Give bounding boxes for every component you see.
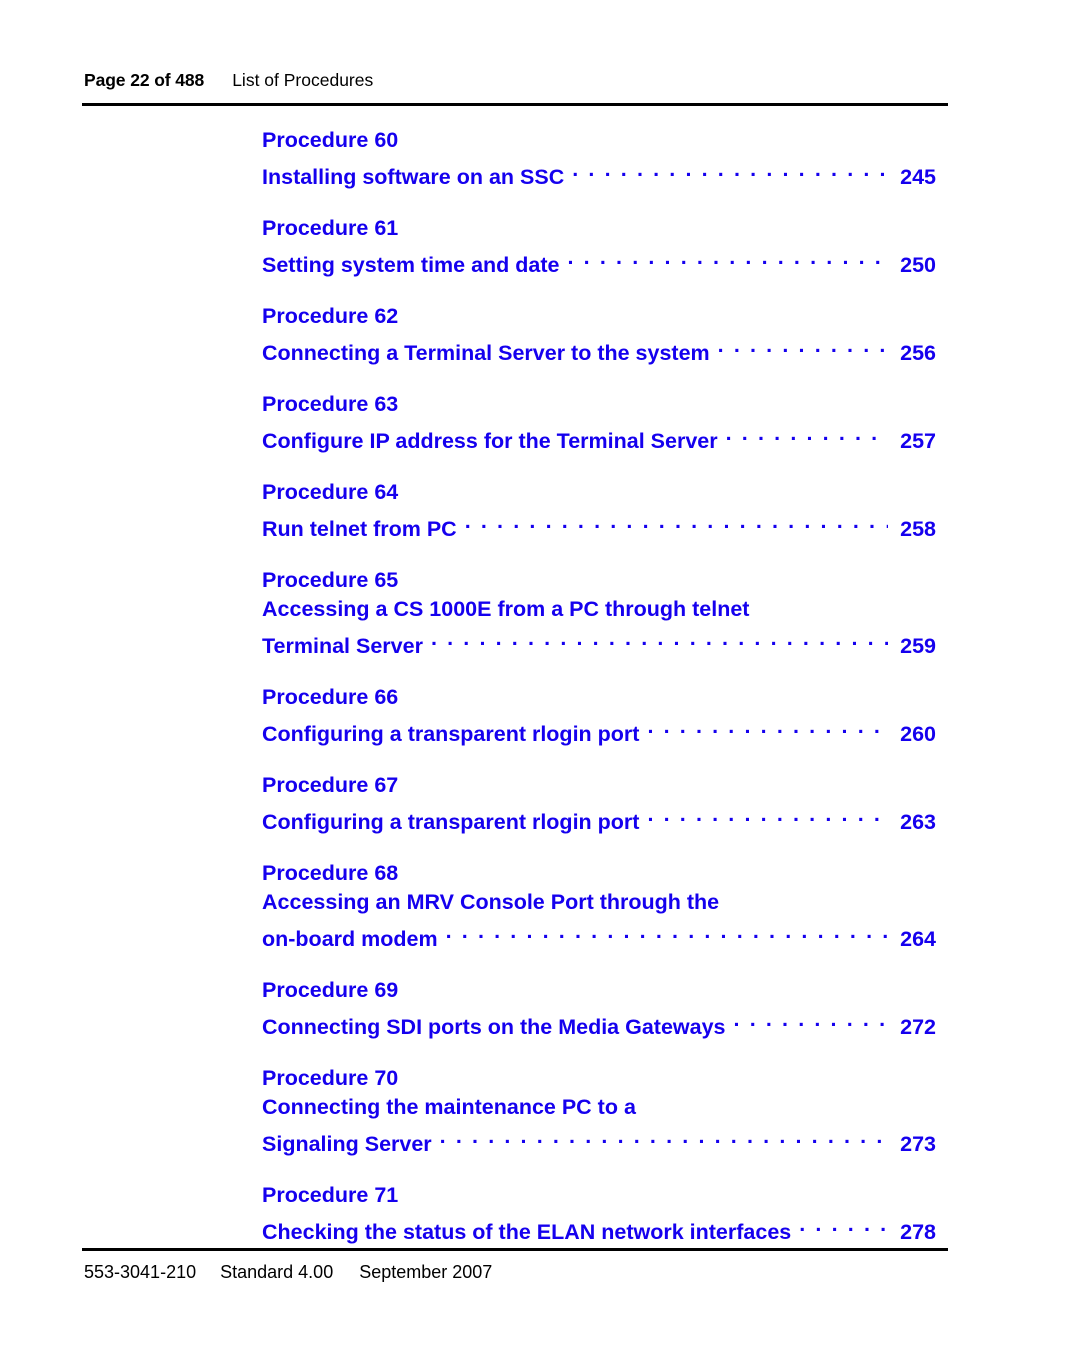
procedure-label: Procedure 60 (262, 128, 399, 152)
dot-leader (718, 331, 888, 360)
toc-entry[interactable]: Procedure 61 Setting system time and date… (262, 214, 936, 280)
procedure-label: Procedure 61 (262, 216, 399, 240)
toc-entry[interactable]: Procedure 65 Accessing a CS 1000E from a … (262, 566, 936, 661)
header-rule (82, 103, 948, 106)
dot-leader (799, 1210, 888, 1239)
toc-entry[interactable]: Procedure 60 Installing software on an SS… (262, 126, 936, 192)
page-number: 250 (900, 253, 936, 277)
procedure-label: Procedure 64 (262, 480, 399, 504)
toc-leader-line: on-board modem 264 (262, 917, 936, 954)
page-header: Page 22 of 488 List of Procedures (84, 70, 948, 91)
page-footer: 553-3041-210 Standard 4.00 September 200… (84, 1262, 492, 1283)
toc-leader-line: Configuring a transparent rlogin port 263 (262, 800, 936, 837)
procedure-title-line: Accessing a CS 1000E from a PC through t… (262, 597, 750, 621)
toc-leader-line: Connecting a Terminal Server to the syst… (262, 331, 936, 368)
toc-leader-line: Run telnet from PC 258 (262, 507, 936, 544)
procedure-title-line: Configuring a transparent rlogin port (262, 722, 640, 746)
toc-entry[interactable]: Procedure 68 Accessing an MRV Console Por… (262, 859, 936, 954)
footer-rule (82, 1248, 948, 1251)
page-reference: Page 22 of 488 (84, 70, 205, 90)
toc-entry[interactable]: Procedure 69 Connecting SDI ports on the … (262, 976, 936, 1042)
dot-leader (465, 507, 888, 536)
toc-entry[interactable]: Procedure 66 Configuring a transparent rl… (262, 683, 936, 749)
page-number: 278 (900, 1220, 936, 1244)
document-page: Page 22 of 488 List of Procedures Proced… (0, 0, 1080, 1360)
procedure-title-line: Configuring a transparent rlogin port (262, 810, 640, 834)
procedure-label: Procedure 67 (262, 773, 399, 797)
dot-leader (734, 1005, 888, 1034)
dot-leader (726, 419, 888, 448)
procedure-title-line: Configure IP address for the Terminal Se… (262, 429, 718, 453)
toc-entry[interactable]: Procedure 62 Connecting a Terminal Server… (262, 302, 936, 368)
procedure-label: Procedure 71 (262, 1183, 399, 1207)
procedure-title-line: Setting system time and date (262, 253, 560, 277)
toc-entry[interactable]: Procedure 64 Run telnet from PC 258 (262, 478, 936, 544)
dot-leader (647, 712, 888, 741)
toc-entry[interactable]: Procedure 63 Configure IP address for the… (262, 390, 936, 456)
page-number: 273 (900, 1132, 936, 1156)
toc-entry[interactable]: Procedure 67 Configuring a transparent rl… (262, 771, 936, 837)
procedure-title-line: Installing software on an SSC (262, 165, 565, 189)
page-number: 245 (900, 165, 936, 189)
dot-leader (568, 243, 889, 272)
procedure-title-line: Run telnet from PC (262, 517, 457, 541)
procedure-title-line: on-board modem (262, 927, 438, 951)
toc-leader-line: Checking the status of the ELAN network … (262, 1210, 936, 1247)
procedure-title-line: Connecting a Terminal Server to the syst… (262, 341, 710, 365)
procedure-title-line: Accessing an MRV Console Port through th… (262, 890, 720, 914)
page-number: 258 (900, 517, 936, 541)
page-number: 256 (900, 341, 936, 365)
procedure-label: Procedure 69 (262, 978, 399, 1002)
toc-entry[interactable]: Procedure 70 Connecting the maintenance P… (262, 1064, 936, 1159)
footer-document-number: 553-3041-210 (84, 1262, 197, 1282)
toc-leader-line: Connecting SDI ports on the Media Gatewa… (262, 1005, 936, 1042)
toc-leader-line: Installing software on an SSC 245 (262, 155, 936, 192)
procedure-label: Procedure 62 (262, 304, 399, 328)
page-number: 260 (900, 722, 936, 746)
dot-leader (446, 917, 888, 946)
toc-leader-line: Signaling Server 273 (262, 1122, 936, 1159)
dot-leader (572, 155, 888, 184)
dot-leader (647, 800, 888, 829)
toc-leader-line: Configuring a transparent rlogin port 260 (262, 712, 936, 749)
procedure-label: Procedure 65 (262, 568, 399, 592)
toc-leader-line: Setting system time and date 250 (262, 243, 936, 280)
procedure-title-line: Connecting SDI ports on the Media Gatewa… (262, 1015, 726, 1039)
toc-leader-line: Terminal Server 259 (262, 624, 936, 661)
procedure-title-line: Checking the status of the ELAN network … (262, 1220, 792, 1244)
procedure-label: Procedure 63 (262, 392, 399, 416)
toc-leader-line: Configure IP address for the Terminal Se… (262, 419, 936, 456)
procedure-label: Procedure 66 (262, 685, 399, 709)
page-number: 263 (900, 810, 936, 834)
page-number: 259 (900, 634, 936, 658)
page-number: 272 (900, 1015, 936, 1039)
procedure-title-line: Connecting the maintenance PC to a (262, 1095, 636, 1119)
dot-leader (431, 624, 888, 653)
toc-entry[interactable]: Procedure 71 Checking the status of the E… (262, 1181, 936, 1247)
procedure-title-line: Terminal Server (262, 634, 423, 658)
procedure-title-line: Signaling Server (262, 1132, 432, 1156)
page-number: 264 (900, 927, 936, 951)
footer-standard: Standard 4.00 (220, 1262, 334, 1282)
footer-date: September 2007 (359, 1262, 493, 1282)
procedure-label: Procedure 68 (262, 861, 399, 885)
procedure-label: Procedure 70 (262, 1066, 399, 1090)
table-of-contents: Procedure 60 Installing software on an SS… (262, 126, 936, 1247)
dot-leader (440, 1122, 888, 1151)
section-title: List of Procedures (232, 70, 374, 90)
page-number: 257 (900, 429, 936, 453)
